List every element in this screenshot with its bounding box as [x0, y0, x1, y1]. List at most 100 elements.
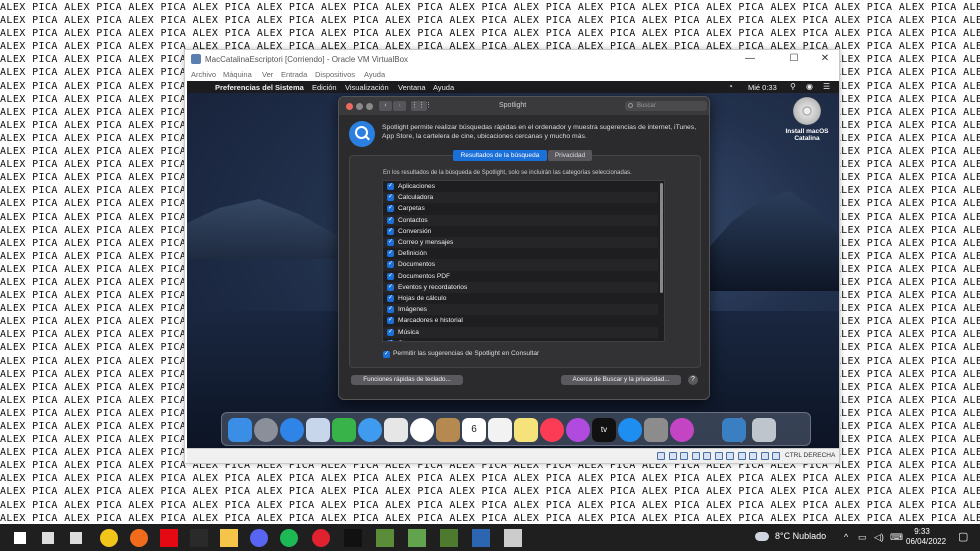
volume-icon[interactable]: ◁) — [874, 532, 884, 543]
notes-icon[interactable] — [514, 418, 538, 442]
list-item[interactable]: ✓ Imágenes — [383, 304, 658, 316]
minimize-traffic-light[interactable] — [356, 103, 363, 110]
menu-dispositivos[interactable]: Dispositivos — [315, 70, 355, 79]
usb-status-icon[interactable] — [703, 452, 711, 460]
trash-icon[interactable] — [752, 418, 776, 442]
notification-center-icon[interactable]: ☰ — [823, 82, 830, 91]
epic-games-icon[interactable] — [190, 529, 208, 547]
menu-ver[interactable]: Ver — [262, 70, 273, 79]
show-all-grid-icon[interactable]: ⋮⋮⋮ — [411, 101, 432, 111]
safari-icon[interactable] — [280, 418, 304, 442]
menu-archivo[interactable]: Archivo — [191, 70, 216, 79]
display-status-icon[interactable] — [726, 452, 734, 460]
cpu-status-icon[interactable] — [749, 452, 757, 460]
facetime-icon[interactable] — [332, 418, 356, 442]
list-item[interactable]: ✓ Definición — [383, 248, 658, 259]
windows-start-icon[interactable] — [14, 532, 26, 544]
minimize-button[interactable]: — — [739, 53, 761, 64]
menu-visualizacion[interactable]: Visualización — [345, 83, 389, 92]
checkbox-checked-icon[interactable]: ✓ — [387, 205, 394, 213]
zoom-traffic-light[interactable] — [366, 103, 373, 110]
settings-app-icon[interactable] — [504, 529, 522, 547]
task-view-icon[interactable] — [70, 532, 82, 544]
shared-folders-status-icon[interactable] — [714, 452, 723, 460]
checkbox-checked-icon[interactable]: ✓ — [387, 261, 394, 269]
photos-icon[interactable] — [410, 418, 434, 442]
virtualbox-task-icon[interactable] — [472, 529, 490, 547]
list-scrollbar[interactable] — [660, 183, 663, 293]
wifi-icon[interactable]: ◔ — [728, 82, 733, 91]
list-item[interactable]: ✓ Eventos y recordatorios — [383, 281, 658, 293]
podcasts-icon[interactable] — [566, 418, 590, 442]
list-item[interactable]: ✓ Marcadores e historial — [383, 315, 658, 326]
menu-ayuda[interactable]: Ayuda — [364, 70, 385, 79]
menu-edicion[interactable]: Edición — [312, 83, 337, 92]
chevron-up-icon[interactable]: ^ — [844, 532, 848, 542]
prefs-search-input[interactable]: Buscar — [625, 101, 707, 111]
list-item[interactable]: ✓ Conversión — [383, 226, 658, 237]
contacts-icon[interactable] — [436, 418, 460, 442]
checkbox-checked-icon[interactable]: ✓ — [387, 227, 394, 235]
chrome-icon[interactable] — [100, 529, 118, 547]
app-store-icon[interactable] — [618, 418, 642, 442]
about-privacy-button[interactable]: Acerca de Buscar y la privacidad... — [561, 375, 681, 385]
feedback-icon[interactable] — [670, 418, 694, 442]
mail-icon[interactable] — [306, 418, 330, 442]
list-item[interactable]: ✓ Contactos — [383, 214, 658, 226]
app-layers-icon[interactable] — [408, 529, 426, 547]
keyboard-shortcuts-button[interactable]: Funciones rápidas de teclado... — [351, 375, 463, 385]
tab-search-results[interactable]: Resultados de la búsqueda — [453, 150, 547, 161]
maps-icon[interactable] — [384, 418, 408, 442]
system-preferences-icon[interactable] — [644, 418, 668, 442]
install-macos-desktop-icon[interactable]: Install macOS Catalina — [783, 97, 831, 142]
list-item[interactable]: ✓ Documentos — [383, 259, 658, 271]
calendar-icon[interactable]: 6 — [462, 418, 486, 442]
network-status-icon[interactable] — [691, 452, 700, 460]
checkbox-checked-icon[interactable]: ✓ — [387, 239, 394, 246]
launchpad-icon[interactable] — [254, 418, 278, 442]
mac-clock[interactable]: Mié 0:33 — [748, 83, 777, 92]
vbox-titlebar[interactable]: MacCatalinaEscriptori [Corriendo] - Orac… — [185, 50, 839, 69]
list-item[interactable]: ✓ Calculadora — [383, 192, 658, 204]
hdd-status-icon[interactable] — [657, 452, 665, 460]
list-item[interactable]: ✓ Carpetas — [383, 203, 658, 214]
back-chevron-icon[interactable]: ‹ — [379, 101, 392, 111]
capcut-icon[interactable] — [344, 529, 362, 547]
network-icon[interactable]: ▭ — [858, 532, 867, 543]
downloads-folder-icon[interactable] — [722, 418, 746, 442]
checkbox-checked-icon[interactable]: ✓ — [387, 272, 394, 280]
menu-app-name[interactable]: Preferencias del Sistema — [215, 83, 304, 92]
spotlight-search-icon[interactable]: ⚲ — [790, 82, 796, 91]
list-item[interactable]: ✓ Hojas de cálculo — [383, 293, 658, 304]
checkbox-checked-icon[interactable]: ✓ — [387, 295, 394, 302]
minecraft-launcher-icon[interactable] — [440, 529, 458, 547]
search-icon[interactable] — [42, 532, 54, 544]
list-item[interactable]: ✓ Documentos PDF — [383, 271, 658, 282]
list-item[interactable]: ✓ Música — [383, 326, 658, 338]
tab-privacy[interactable]: Privacidad — [548, 150, 592, 161]
reminders-icon[interactable] — [488, 418, 512, 442]
optical-status-icon[interactable] — [668, 452, 677, 460]
menu-ayuda-mac[interactable]: Ayuda — [433, 83, 454, 92]
prefs-titlebar[interactable]: ‹ › ⋮⋮⋮ Spotlight Buscar — [339, 97, 709, 115]
finder-icon[interactable] — [228, 418, 252, 442]
checkbox-checked-icon[interactable]: ✓ — [387, 183, 394, 190]
forward-chevron-icon[interactable]: › — [393, 101, 406, 111]
menu-ventana[interactable]: Ventana — [398, 83, 426, 92]
minecraft-icon[interactable] — [376, 529, 394, 547]
audio-status-icon[interactable] — [680, 452, 688, 460]
language-icon[interactable]: ⌨ — [890, 532, 903, 543]
siri-icon[interactable]: ◉ — [806, 82, 813, 91]
close-traffic-light[interactable] — [346, 103, 353, 110]
guest-screen[interactable]: Preferencias del Sistema Edición Visuali… — [187, 81, 839, 448]
checkbox-checked-icon[interactable]: ✓ — [387, 250, 394, 258]
category-list[interactable]: ✓ Aplicaciones ✓ Calculadora ✓ Carpetas ✓ Conta… — [382, 180, 665, 342]
list-item[interactable]: ✓ Aplicaciones — [383, 181, 658, 192]
netflix-icon[interactable] — [160, 529, 178, 547]
recording-status-icon[interactable] — [737, 452, 746, 460]
list-item[interactable]: ✓ Otros — [383, 338, 658, 341]
checkbox-checked-icon[interactable]: ✓ — [387, 317, 394, 325]
help-button[interactable]: ? — [688, 375, 698, 385]
checkbox-checked-icon[interactable]: ✓ — [387, 216, 394, 224]
checkbox-checked-icon[interactable]: ✓ — [387, 194, 394, 202]
